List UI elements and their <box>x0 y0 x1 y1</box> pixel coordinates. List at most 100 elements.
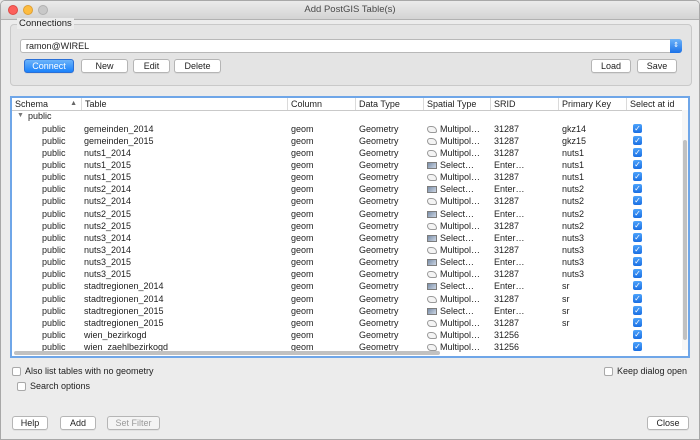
table-row[interactable]: public nuts2_2014 geom Geometry Multipol… 312… <box>12 195 684 207</box>
connection-select[interactable]: ramon@WIREL ⇕ <box>20 39 682 53</box>
cell-srid[interactable]: 31287 <box>494 123 519 135</box>
no-geometry-option[interactable]: Also list tables with no geometry <box>12 365 154 377</box>
table-row[interactable]: public nuts3_2015 geom Geometry Multipol… 312… <box>12 268 684 280</box>
tables-list[interactable]: Schema ▲ Table Column Data Type Spatial T… <box>10 96 690 358</box>
select-at-id-checkbox[interactable]: ✓ <box>633 232 642 242</box>
keep-open-option[interactable]: Keep dialog open <box>604 365 687 377</box>
cell-srid[interactable]: 31287 <box>494 135 519 147</box>
select-at-id-checkbox[interactable]: ✓ <box>633 123 642 133</box>
header-select-at-id[interactable]: Select at id <box>627 98 684 110</box>
cell-srid[interactable]: 31287 <box>494 293 519 305</box>
cell-primary-key[interactable]: nuts2 <box>562 183 584 195</box>
keep-open-checkbox[interactable] <box>604 367 613 376</box>
cell-srid[interactable]: Enter… <box>494 232 525 244</box>
cell-srid[interactable]: 31256 <box>494 341 519 353</box>
select-at-id-checkbox[interactable]: ✓ <box>633 172 642 182</box>
table-row[interactable]: public nuts3_2014 geom Geometry Select… Enter… <box>12 232 684 244</box>
cell-srid[interactable]: Enter… <box>494 256 525 268</box>
cell-primary-key[interactable]: nuts3 <box>562 268 584 280</box>
cell-primary-key[interactable]: sr <box>562 280 570 292</box>
window-minimize-icon[interactable] <box>23 5 33 15</box>
table-row[interactable]: public stadtregionen_2014 geom Geometry Sele… <box>12 280 684 292</box>
select-at-id-checkbox[interactable]: ✓ <box>633 159 642 169</box>
cell-primary-key[interactable]: nuts1 <box>562 159 584 171</box>
select-at-id-checkbox[interactable]: ✓ <box>633 208 642 218</box>
header-primary-key[interactable]: Primary Key <box>559 98 627 110</box>
help-button[interactable]: Help <box>12 416 48 430</box>
select-at-id-checkbox[interactable]: ✓ <box>633 330 642 340</box>
select-at-id-checkbox[interactable]: ✓ <box>633 220 642 230</box>
save-button[interactable]: Save <box>637 59 677 73</box>
cell-primary-key[interactable]: sr <box>562 293 570 305</box>
cell-srid[interactable]: 31287 <box>494 317 519 329</box>
search-options-option[interactable]: Search options <box>17 380 90 392</box>
table-row[interactable]: public wien_bezirkogd geom Geometry Multipol… <box>12 329 684 341</box>
cell-srid[interactable]: 31287 <box>494 220 519 232</box>
table-row[interactable]: public nuts1_2015 geom Geometry Select… Enter… <box>12 159 684 171</box>
cell-primary-key[interactable]: nuts1 <box>562 147 584 159</box>
cell-primary-key[interactable]: gkz14 <box>562 123 586 135</box>
header-table[interactable]: Table <box>82 98 288 110</box>
select-at-id-checkbox[interactable]: ✓ <box>633 184 642 194</box>
cell-srid[interactable]: 31287 <box>494 244 519 256</box>
cell-primary-key[interactable]: nuts1 <box>562 171 584 183</box>
cell-primary-key[interactable]: nuts2 <box>562 195 584 207</box>
cell-srid[interactable]: 31287 <box>494 195 519 207</box>
group-row-public[interactable]: ▼ public <box>12 110 684 122</box>
select-at-id-checkbox[interactable]: ✓ <box>633 257 642 267</box>
horizontal-scroll-thumb[interactable] <box>14 351 440 355</box>
no-geometry-checkbox[interactable] <box>12 367 21 376</box>
table-row[interactable]: public nuts2_2014 geom Geometry Select… Enter… <box>12 183 684 195</box>
cell-srid[interactable]: Enter… <box>494 305 525 317</box>
cell-primary-key[interactable]: nuts2 <box>562 208 584 220</box>
cell-primary-key[interactable]: nuts3 <box>562 244 584 256</box>
table-row[interactable]: public nuts3_2015 geom Geometry Select… Enter… <box>12 256 684 268</box>
cell-srid[interactable]: 31287 <box>494 171 519 183</box>
edit-button[interactable]: Edit <box>133 59 170 73</box>
cell-srid[interactable]: Enter… <box>494 183 525 195</box>
table-row[interactable]: public stadtregionen_2014 geom Geometry Mult… <box>12 293 684 305</box>
disclosure-triangle-icon[interactable]: ▼ <box>17 110 24 122</box>
select-at-id-checkbox[interactable]: ✓ <box>633 245 642 254</box>
cell-srid[interactable]: 31287 <box>494 268 519 280</box>
cell-srid[interactable]: Enter… <box>494 280 525 292</box>
cell-primary-key[interactable]: gkz15 <box>562 135 586 147</box>
add-button[interactable]: Add <box>60 416 96 430</box>
table-row[interactable]: public nuts2_2015 geom Geometry Select… Enter… <box>12 208 684 220</box>
select-at-id-checkbox[interactable]: ✓ <box>633 147 642 157</box>
close-button[interactable]: Close <box>647 416 689 430</box>
cell-primary-key[interactable]: nuts2 <box>562 220 584 232</box>
select-at-id-checkbox[interactable]: ✓ <box>633 269 642 279</box>
cell-primary-key[interactable]: sr <box>562 305 570 317</box>
table-row[interactable]: public nuts1_2014 geom Geometry Multipol… 312… <box>12 147 684 159</box>
select-at-id-checkbox[interactable]: ✓ <box>633 196 642 206</box>
vertical-scroll-thumb[interactable] <box>683 140 687 340</box>
new-button[interactable]: New <box>81 59 128 73</box>
connect-button[interactable]: Connect <box>24 59 74 73</box>
table-row[interactable]: public gemeinden_2014 geom Geometry Multipol… <box>12 123 684 135</box>
table-row[interactable]: public stadtregionen_2015 geom Geometry Sele… <box>12 305 684 317</box>
cell-srid[interactable]: 31256 <box>494 329 519 341</box>
cell-srid[interactable]: Enter… <box>494 159 525 171</box>
window-zoom-icon[interactable] <box>38 5 48 15</box>
header-spatial-type[interactable]: Spatial Type <box>424 98 491 110</box>
load-button[interactable]: Load <box>591 59 631 73</box>
header-srid[interactable]: SRID <box>491 98 559 110</box>
table-row[interactable]: public nuts1_2015 geom Geometry Multipol… 312… <box>12 171 684 183</box>
table-row[interactable]: public stadtregionen_2015 geom Geometry Mult… <box>12 317 684 329</box>
vertical-scrollbar[interactable] <box>682 110 688 350</box>
window-close-icon[interactable] <box>8 5 18 15</box>
table-row[interactable]: public nuts3_2014 geom Geometry Multipol… 312… <box>12 244 684 256</box>
select-at-id-checkbox[interactable]: ✓ <box>633 135 642 145</box>
set-filter-button[interactable]: Set Filter <box>107 416 160 430</box>
header-data-type[interactable]: Data Type <box>356 98 424 110</box>
table-row[interactable]: public nuts2_2015 geom Geometry Multipol… 312… <box>12 220 684 232</box>
chevron-updown-icon[interactable]: ⇕ <box>670 39 682 53</box>
search-options-checkbox[interactable] <box>17 382 26 391</box>
header-schema[interactable]: Schema ▲ <box>12 98 82 110</box>
cell-srid[interactable]: 31287 <box>494 147 519 159</box>
cell-srid[interactable]: Enter… <box>494 208 525 220</box>
cell-primary-key[interactable]: sr <box>562 317 570 329</box>
table-row[interactable]: public gemeinden_2015 geom Geometry Multipol… <box>12 135 684 147</box>
cell-primary-key[interactable]: nuts3 <box>562 256 584 268</box>
